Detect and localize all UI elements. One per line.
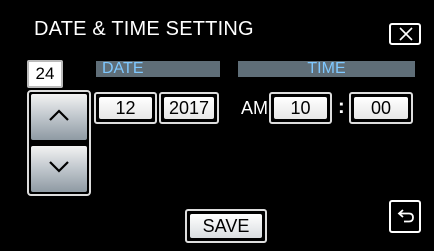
minute-field[interactable]: 00 <box>349 92 413 124</box>
minute-value: 00 <box>354 97 408 119</box>
ampm-label: AM <box>241 98 268 118</box>
decrement-button[interactable] <box>31 146 87 192</box>
chevron-up-icon <box>49 109 69 121</box>
month-field[interactable]: 12 <box>94 92 157 124</box>
year-value: 2017 <box>164 97 214 119</box>
page-title: DATE & TIME SETTING <box>34 18 254 40</box>
day-value-field[interactable]: 24 <box>27 60 63 88</box>
year-field[interactable]: 2017 <box>159 92 219 124</box>
time-section-label: TIME <box>238 61 415 77</box>
back-button[interactable] <box>389 200 421 233</box>
value-adjust-panel <box>27 90 91 196</box>
close-icon <box>399 27 413 41</box>
month-value: 12 <box>99 97 152 119</box>
close-button[interactable] <box>389 23 421 45</box>
date-time-setting-screen: DATE & TIME SETTING 24 DATE TIME 12 2017… <box>0 0 434 251</box>
time-separator: : <box>338 96 345 118</box>
return-icon <box>397 209 414 223</box>
chevron-down-icon <box>49 161 69 173</box>
save-label: SAVE <box>190 214 262 238</box>
date-section-label: DATE <box>96 61 220 77</box>
hour-field[interactable]: 10 <box>269 92 332 124</box>
save-button[interactable]: SAVE <box>185 209 267 243</box>
hour-value: 10 <box>274 97 327 119</box>
increment-button[interactable] <box>31 94 87 140</box>
